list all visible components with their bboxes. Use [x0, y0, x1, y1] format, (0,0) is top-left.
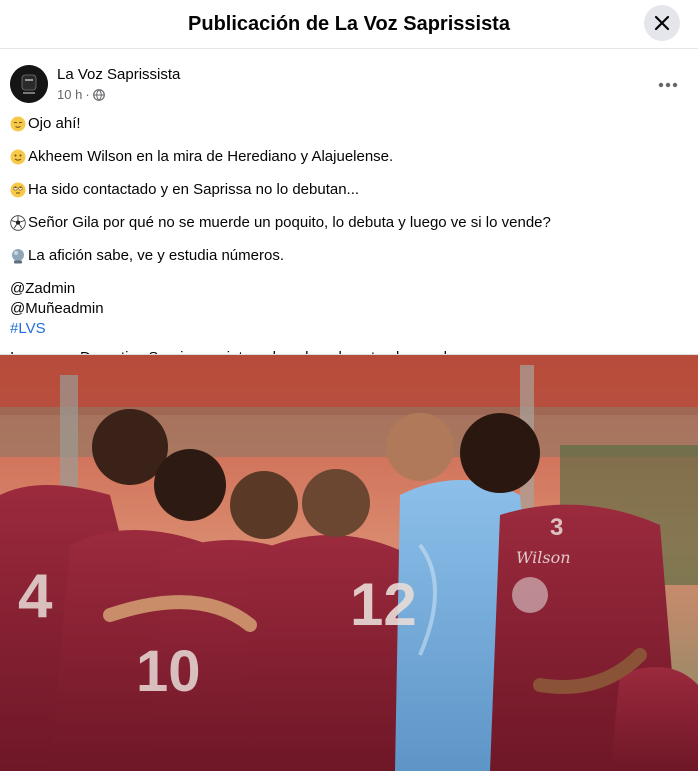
- post-time[interactable]: 10 h: [57, 87, 82, 102]
- post-line: Ojo ahí!: [10, 114, 690, 134]
- avatar[interactable]: [10, 65, 48, 103]
- mention-text[interactable]: @Zadmin: [10, 279, 75, 299]
- hashtag-text[interactable]: #LVS: [10, 319, 46, 339]
- post-line-text: Ha sido contactado y en Saprissa no lo d…: [28, 181, 360, 198]
- post-line: Señor Gila por qué no se muerde un poqui…: [10, 213, 690, 233]
- jersey-number: 3: [550, 514, 563, 541]
- post-line-text: La afición sabe, ve y estudia números.: [28, 247, 284, 264]
- team-huddle-image: 4 10 12 3 Wilson: [0, 355, 698, 771]
- globe-icon: [92, 88, 105, 101]
- dialog-title: Publicación de La Voz Saprissista: [188, 12, 510, 35]
- meta-separator: ·: [85, 87, 90, 102]
- mention-text[interactable]: @Muñeadmin: [10, 299, 104, 319]
- more-options-button[interactable]: [654, 71, 682, 99]
- post-photo[interactable]: 4 10 12 3 Wilson: [0, 354, 698, 771]
- jersey-number: 4: [18, 562, 53, 631]
- dialog-header: Publicación de La Voz Saprissista: [0, 0, 698, 49]
- more-horizontal-icon: [658, 82, 678, 88]
- jersey-number: 12: [350, 571, 417, 638]
- post-meta: 10 h ·: [57, 87, 105, 102]
- post-line: Akheem Wilson en la mira de Herediano y …: [10, 147, 690, 167]
- hashtag-link[interactable]: #LVS: [10, 319, 690, 339]
- post-line-text: Akheem Wilson en la mira de Herediano y …: [28, 148, 394, 165]
- post-header: La Voz Saprissista 10 h ·: [10, 63, 688, 107]
- jersey-sponsor: Wilson: [516, 548, 571, 567]
- mention[interactable]: @Zadmin: [10, 279, 690, 299]
- crystal-ball-icon: [12, 249, 24, 264]
- relieved-face-icon: [10, 116, 26, 132]
- page-logo-icon: [10, 65, 48, 103]
- mention[interactable]: @Muñeadmin: [10, 299, 690, 319]
- close-icon: [654, 15, 670, 31]
- slightly-smiling-face-icon: [10, 149, 26, 165]
- post-line: La afición sabe, ve y estudia números.: [10, 246, 690, 266]
- club-crest-icon: [512, 577, 548, 613]
- eye-roll-face-icon: [10, 182, 26, 198]
- jersey-number: 10: [136, 639, 201, 704]
- close-button[interactable]: [644, 5, 680, 41]
- post-author[interactable]: La Voz Saprissista: [57, 66, 180, 83]
- post-body: Ojo ahí! Akheem Wilson en la mira de Her…: [10, 114, 690, 368]
- soccer-ball-icon: [10, 215, 26, 231]
- post-line-text: Señor Gila por qué no se muerde un poqui…: [28, 214, 551, 231]
- post-line-text: Ojo ahí!: [28, 115, 81, 132]
- post-line: Ha sido contactado y en Saprissa no lo d…: [10, 180, 690, 200]
